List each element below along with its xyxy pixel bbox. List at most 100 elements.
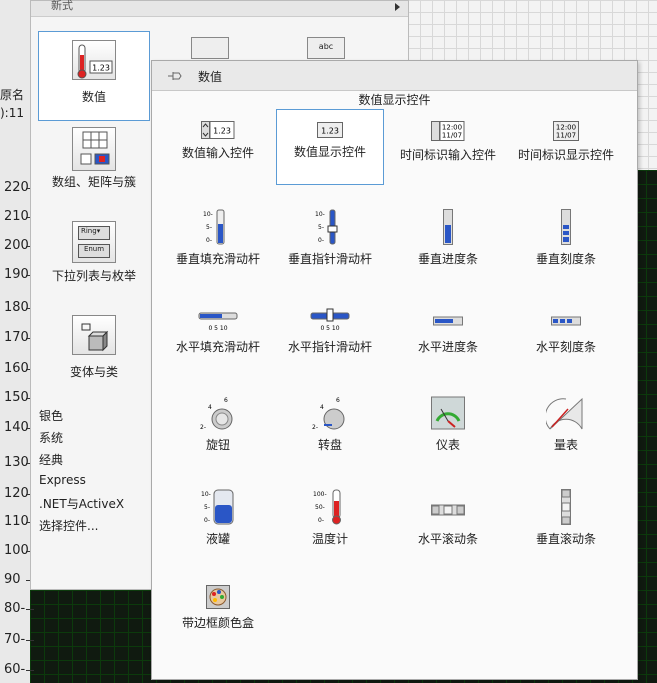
palette-item-label: 液罐 — [205, 532, 230, 546]
palette-item-label: 数值输入控件 — [181, 146, 254, 160]
numeric-control-icon: 1.23 — [201, 121, 235, 139]
palette-item-framed-color-box[interactable]: 带边框颜色盒 — [164, 585, 272, 651]
palette-item-horizontal-pointer-slide[interactable]: 0 5 10 水平指针滑动杆 — [276, 305, 384, 371]
partial-label-value: ):11 — [0, 106, 24, 120]
palette-item-timestamp-indicator[interactable]: 12:00 11/07 时间标识显示控件 — [512, 111, 620, 201]
palette-item-vertical-progress-bar[interactable]: 垂直进度条 — [394, 209, 502, 275]
horizontal-fill-slide-icon: 0 5 10 — [198, 311, 238, 333]
numeric-indicator-icon: 1.23 — [317, 122, 343, 138]
selected-item-caption: 数值显示控件 — [358, 93, 431, 107]
svg-text:50-: 50- — [315, 504, 325, 511]
expand-arrow-icon[interactable] — [395, 3, 400, 11]
palette-item-vertical-graduated-bar[interactable]: 垂直刻度条 — [512, 209, 620, 275]
svg-text:12:00: 12:00 — [556, 124, 576, 132]
palette-item-tank[interactable]: 10- 5- 0- 液罐 — [164, 489, 272, 555]
palette-item-horizontal-fill-slide[interactable]: 0 5 10 水平填充滑动杆 — [164, 311, 272, 371]
svg-text:0-: 0- — [206, 237, 212, 244]
y-axis-label: 110 — [4, 514, 34, 529]
subpalette-title: 数值 — [198, 70, 223, 84]
vertical-fill-slide-icon: 10- 5- 0- — [203, 209, 233, 245]
palette-item-numeric-indicator[interactable]: 1.23 数值显示控件 — [276, 109, 384, 185]
palette-item-label: 垂直指针滑动杆 — [287, 252, 372, 266]
svg-text:6: 6 — [224, 397, 228, 404]
palette-item-horizontal-graduated-bar[interactable]: 水平刻度条 — [512, 311, 620, 371]
vertical-progress-bar-icon — [443, 209, 453, 245]
palette-item-label: 带边框颜色盒 — [181, 616, 254, 630]
svg-text:5-: 5- — [204, 504, 210, 511]
svg-text:4: 4 — [320, 404, 324, 411]
palette-item-label: 时间标识输入控件 — [399, 148, 496, 162]
y-axis-label: 80- — [4, 601, 35, 616]
y-axis-label: 220 — [4, 180, 34, 195]
gauge-icon — [431, 395, 465, 431]
knob-icon: 2- 4 6 — [198, 395, 238, 431]
category-label: 下拉列表与枚举 — [51, 269, 136, 283]
svg-text:4: 4 — [208, 404, 212, 411]
boolean-category-icon[interactable] — [191, 37, 229, 59]
palette-item-horizontal-scrollbar[interactable]: 水平滚动条 — [394, 497, 502, 555]
category-label: 变体与类 — [69, 365, 118, 379]
svg-text:1.23: 1.23 — [213, 127, 231, 136]
palette-item-label: 垂直刻度条 — [535, 252, 596, 266]
y-axis-label: 90 — [4, 572, 34, 587]
tank-icon: 10- 5- 0- — [201, 489, 235, 525]
numeric-category-icon: 1.23 — [72, 40, 116, 80]
category-ring-enum[interactable]: Ring▾ Enum 下拉列表与枚举 — [38, 221, 150, 291]
palette-item-label: 水平刻度条 — [535, 340, 596, 354]
numeric-subpalette: 数值 数值显示控件 1.23 数值输入控件 1.23 数值显示控件 12:00 1… — [151, 60, 638, 680]
palette-item-label: 垂直填充滑动杆 — [175, 252, 260, 266]
vertical-scrollbar-icon — [561, 489, 571, 525]
palette-item-numeric-control[interactable]: 1.23 数值输入控件 — [164, 111, 272, 185]
horizontal-pointer-slide-icon: 0 5 10 — [310, 305, 350, 333]
palette-item-vertical-pointer-slide[interactable]: 10- 5- 0- 垂直指针滑动杆 — [276, 209, 384, 275]
svg-text:10-: 10- — [203, 211, 213, 218]
palette-item-timestamp-control[interactable]: 12:00 11/07 时间标识输入控件 — [394, 111, 502, 201]
y-axis-label: 70- — [4, 632, 35, 647]
y-axis-label: 190 — [4, 267, 34, 282]
category-label: 数值 — [81, 90, 106, 104]
palette-list-item[interactable]: 银色 — [31, 407, 152, 429]
palette-item-label: 转盘 — [317, 438, 342, 452]
palette-list-item[interactable]: .NET与ActiveX — [31, 495, 152, 517]
framed-color-box-icon — [206, 585, 230, 609]
enum-control-icon: Enum — [78, 244, 110, 258]
string-category-icon[interactable]: abc — [307, 37, 345, 59]
palette-top-bar: 新式 — [31, 0, 408, 17]
vertical-graduated-bar-icon — [561, 209, 571, 245]
palette-item-knob[interactable]: 2- 4 6 旋钮 — [164, 395, 272, 469]
palette-list-item[interactable]: Express — [31, 473, 152, 495]
palette-list-item[interactable]: 系统 — [31, 429, 152, 451]
partial-label-name: 原名 — [0, 88, 25, 102]
palette-item-meter[interactable]: 量表 — [512, 395, 620, 469]
palette-item-label: 仪表 — [435, 438, 460, 452]
y-axis-label: 160 — [4, 361, 34, 376]
horizontal-progress-bar-icon — [433, 311, 463, 333]
svg-text:5-: 5- — [206, 224, 212, 231]
pin-icon[interactable] — [167, 69, 183, 83]
palette-item-thermometer[interactable]: 100- 50- 0- 温度计 — [276, 489, 384, 555]
palette-item-horizontal-progress-bar[interactable]: 水平进度条 — [394, 311, 502, 371]
palette-item-vertical-scrollbar[interactable]: 垂直滚动条 — [512, 489, 620, 555]
meter-icon — [544, 395, 586, 431]
category-array-cluster[interactable]: 数组、矩阵与簇 — [38, 127, 150, 201]
svg-text:100-: 100- — [313, 491, 327, 498]
category-numeric[interactable]: 1.23 数值 — [38, 31, 150, 121]
svg-text:2-: 2- — [200, 424, 206, 431]
category-variant-class[interactable]: 变体与类 — [38, 315, 150, 385]
svg-text:5-: 5- — [318, 224, 324, 231]
svg-text:0-: 0- — [318, 237, 324, 244]
palette-list-item[interactable]: 经典 — [31, 451, 152, 473]
palette-item-label: 水平填充滑动杆 — [175, 340, 260, 354]
timestamp-indicator-icon: 12:00 11/07 — [553, 121, 579, 141]
timestamp-control-icon: 12:00 11/07 — [431, 121, 465, 141]
category-label: 数组、矩阵与簇 — [51, 175, 136, 189]
palette-item-vertical-fill-slide[interactable]: 10- 5- 0- 垂直填充滑动杆 — [164, 209, 272, 275]
palette-list-item[interactable]: 选择控件... — [31, 517, 152, 539]
svg-text:2-: 2- — [312, 424, 318, 431]
ring-enum-icon: Ring▾ Enum — [72, 221, 116, 263]
palette-item-dial[interactable]: 2- 4 6 转盘 — [276, 395, 384, 469]
svg-text:6: 6 — [336, 397, 340, 404]
palette-item-gauge[interactable]: 仪表 — [394, 395, 502, 469]
y-axis-label: 200 — [4, 238, 34, 253]
variant-class-icon — [72, 315, 116, 355]
